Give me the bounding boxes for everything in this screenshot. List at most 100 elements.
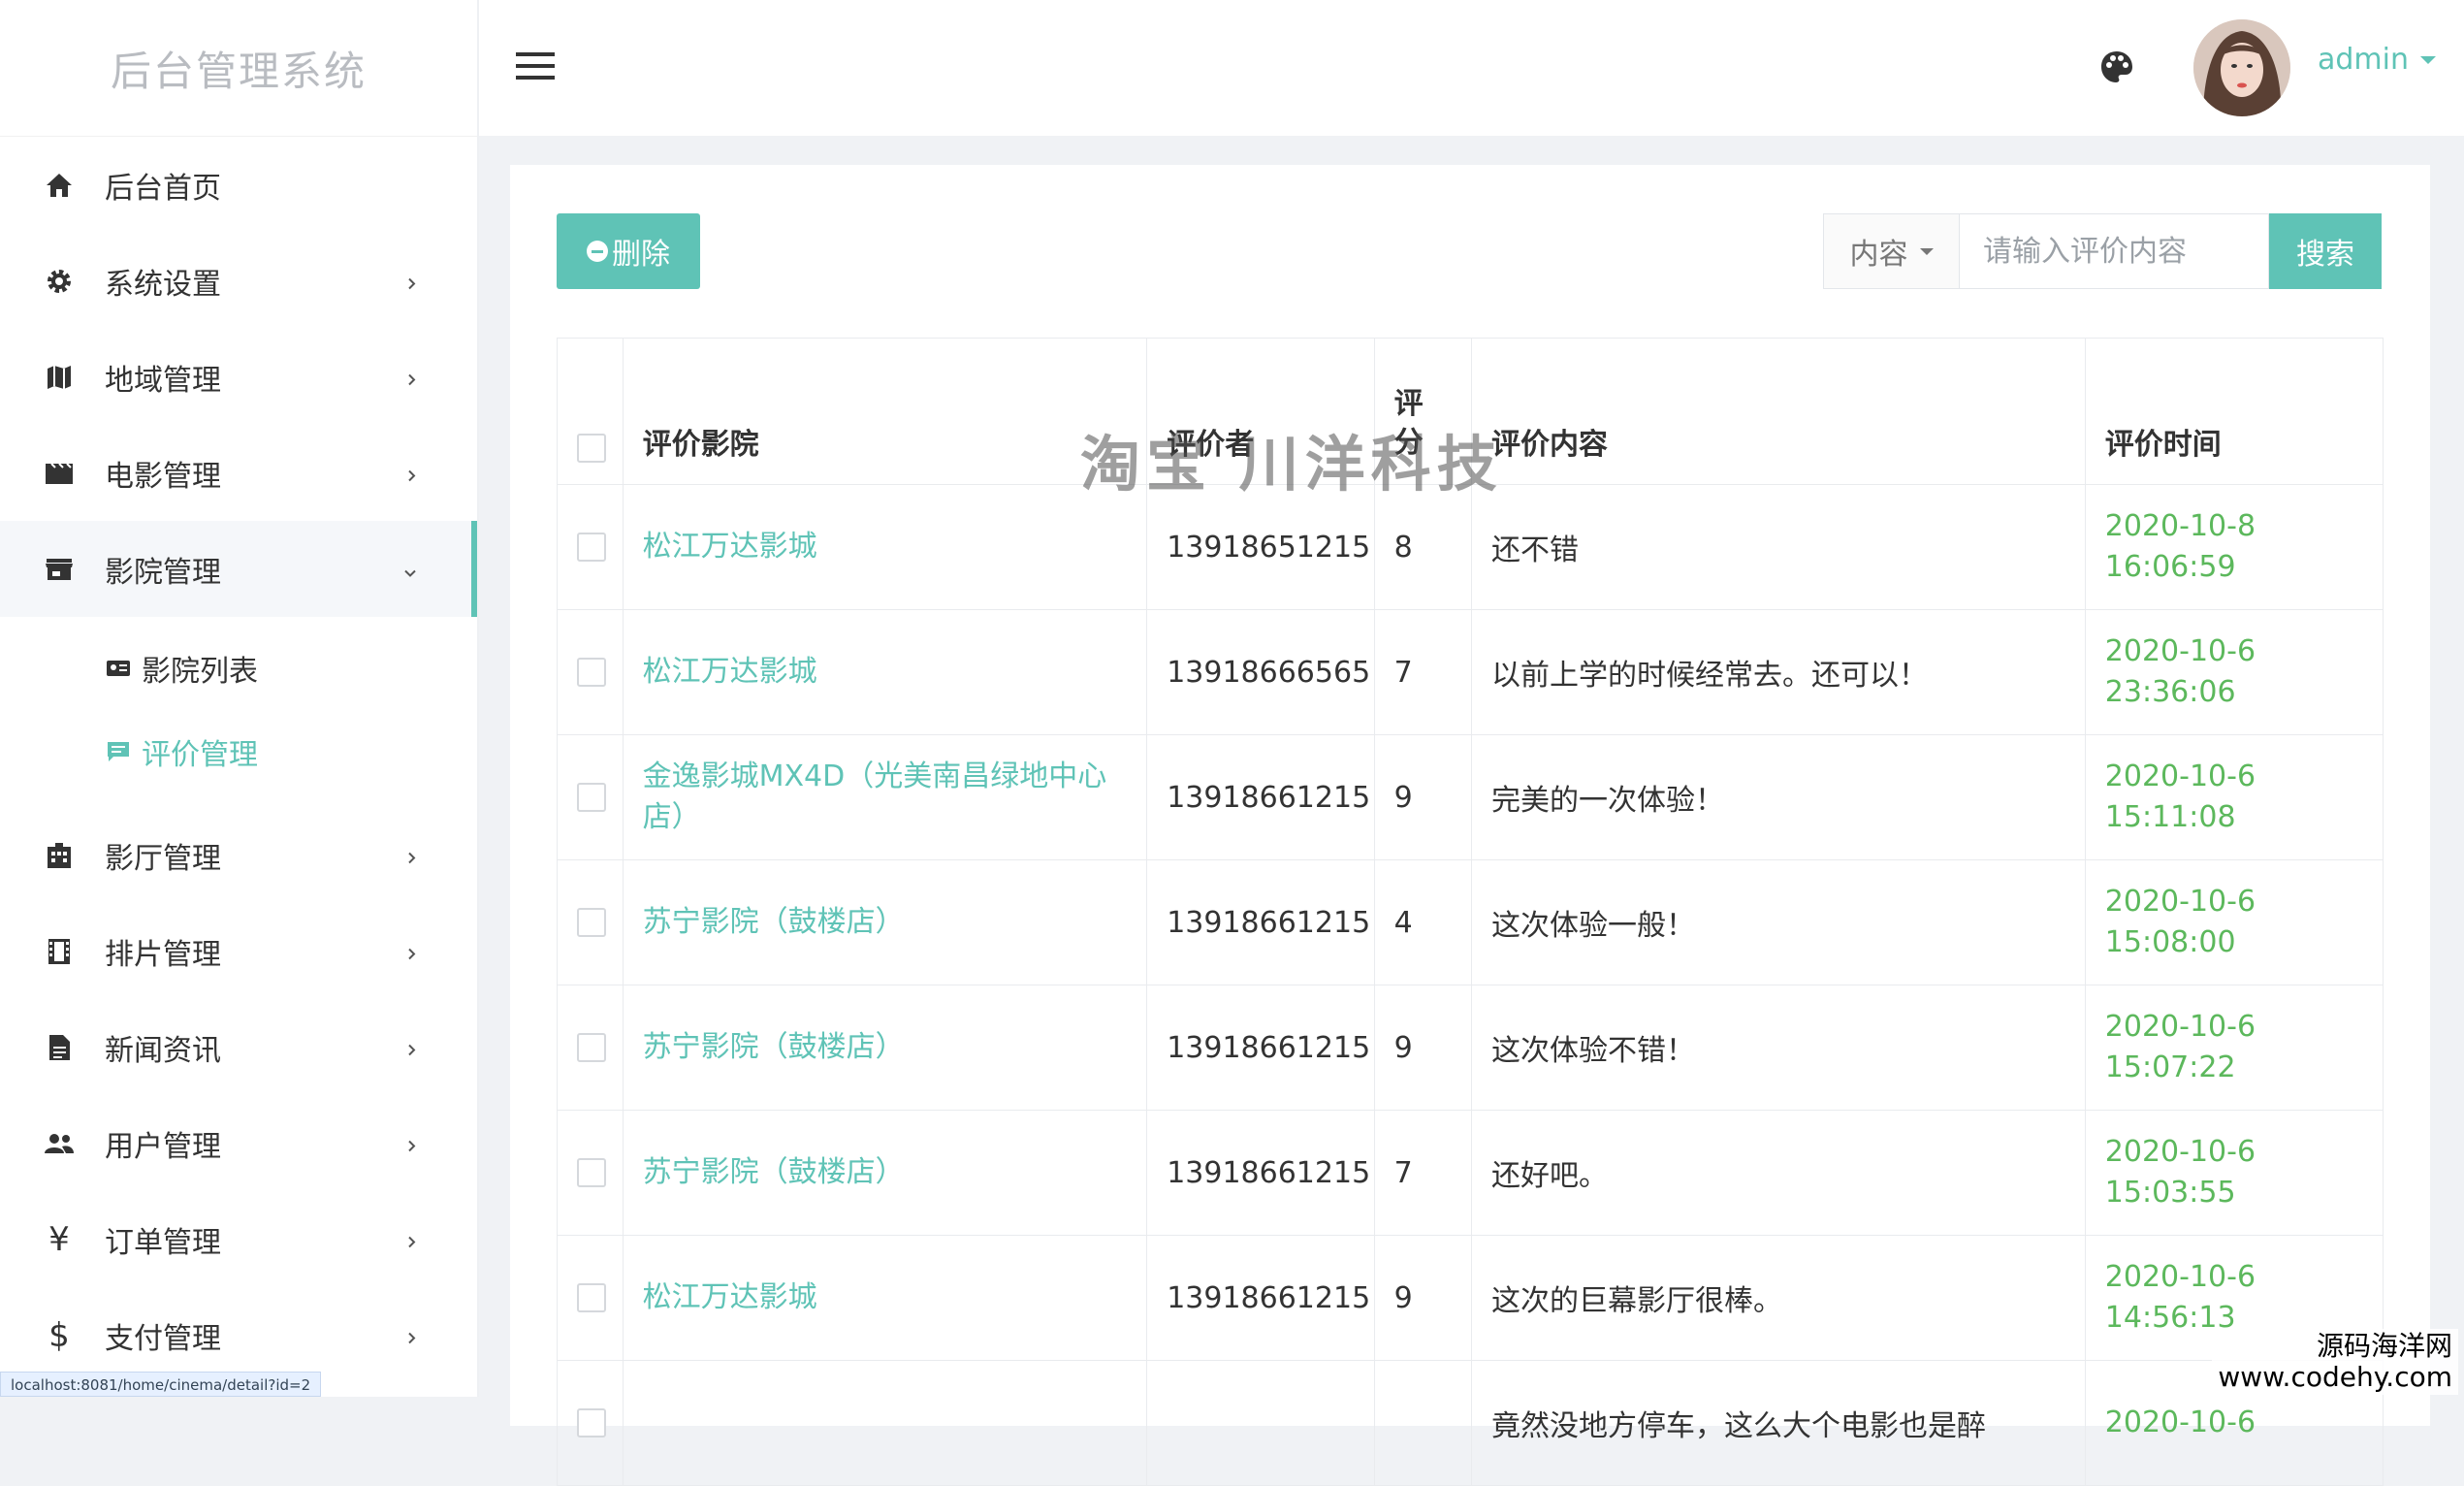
col-header-content: 评价内容 [1471, 338, 2086, 485]
film-icon [43, 457, 76, 490]
cinema-submenu: 影院列表 评价管理 [0, 617, 477, 807]
search-group: 内容 搜索 [1823, 213, 2382, 289]
chevron-right-icon [407, 1126, 417, 1160]
sidebar-item-payments[interactable]: $ 支付管理 [0, 1287, 477, 1383]
table-row: 金逸影城MX4D（光美南昌绿地中心店） 13918661215 9 完美的一次体验！ 2… [557, 734, 2384, 860]
row-select-cell [557, 985, 624, 1111]
sidebar-item-halls[interactable]: 影厅管理 [0, 807, 477, 903]
sidebar-item-users[interactable]: 用户管理 [0, 1095, 477, 1191]
table-row: 松江万达影城 13918666565 7 以前上学的时候经常去。还可以！ 2020-10… [557, 609, 2384, 735]
table-row: 松江万达影城 13918661215 9 这次的巨幕影厅很棒。 2020-10-6 14:… [557, 1235, 2384, 1361]
score-cell: 4 [1373, 859, 1473, 985]
delete-button[interactable]: 删除 [557, 213, 700, 289]
user-cell: 13918666565 [1146, 609, 1375, 735]
watermark-corner-line1: 源码海洋网 [2316, 1330, 2452, 1362]
sidebar-item-label: 电影管理 [105, 459, 221, 494]
map-icon [43, 361, 76, 394]
building-icon [43, 839, 76, 872]
cinema-link[interactable]: 苏宁影院（鼓楼店） [643, 1030, 905, 1064]
review-date: 2020-10-6 [2104, 1010, 2256, 1044]
row-checkbox[interactable] [577, 908, 606, 937]
row-select-cell [557, 734, 624, 860]
cinema-cell: 松江万达影城 [622, 484, 1148, 610]
user-cell [1146, 1360, 1375, 1486]
cinema-cell: 松江万达影城 [622, 1235, 1148, 1361]
select-all-checkbox[interactable] [577, 434, 606, 463]
row-checkbox[interactable] [577, 658, 606, 687]
cinema-cell: 金逸影城MX4D（光美南昌绿地中心店） [622, 734, 1148, 860]
content-cell: 还不错 [1471, 484, 2086, 610]
table-row: 苏宁影院（鼓楼店） 13918661215 9 这次体验不错！ 2020-10-6 15:… [557, 985, 2384, 1111]
cinema-link[interactable]: 苏宁影院（鼓楼店） [643, 905, 905, 939]
sidebar-item-news[interactable]: 新闻资讯 [0, 999, 477, 1095]
sidebar-item-schedule[interactable]: 排片管理 [0, 903, 477, 999]
sidebar-item-label: 地域管理 [105, 363, 221, 398]
sidebar-item-system-settings[interactable]: 系统设置 [0, 233, 477, 329]
user-cell: 13918661215 [1146, 1110, 1375, 1236]
submenu-item-label: 评价管理 [142, 738, 258, 772]
sidebar-item-cinema[interactable]: 影院管理 [0, 521, 477, 617]
cinema-link[interactable]: 苏宁影院（鼓楼店） [643, 1155, 905, 1189]
cinema-cell: 苏宁影院（鼓楼店） [622, 1110, 1148, 1236]
reviews-table: 评价影院 评价者 评分 评价内容 评价时间 松江万达影城 13918651215 8… [557, 338, 2384, 1486]
sidebar: 后台管理系统 后台首页 系统设置 地域管理 电影管理 影院管理 影院列表 评价管… [0, 0, 479, 1397]
table-row: 苏宁影院（鼓楼店） 13918661215 7 还好吧。 2020-10-6 15:03:… [557, 1110, 2384, 1236]
cinema-cell: 苏宁影院（鼓楼店） [622, 985, 1148, 1111]
sidebar-item-label: 新闻资讯 [105, 1033, 221, 1068]
time-cell: 2020-10-6 15:08:00 [2084, 859, 2384, 985]
sidebar-item-label: 后台首页 [105, 171, 221, 206]
row-checkbox[interactable] [577, 783, 606, 812]
row-checkbox[interactable] [577, 1033, 606, 1062]
sidebar-item-orders[interactable]: ¥ 订单管理 [0, 1191, 477, 1287]
row-checkbox[interactable] [577, 1158, 606, 1187]
table-row: 苏宁影院（鼓楼店） 13918661215 4 这次体验一般！ 2020-10-6 15:… [557, 859, 2384, 985]
row-checkbox[interactable] [577, 1408, 606, 1438]
submenu-item-cinema-list[interactable]: 影院列表 [0, 627, 477, 710]
table-row: 竟然没地方停车，这么大个电影也是醉 2020-10-6 [557, 1360, 2384, 1486]
submenu-item-review-management[interactable]: 评价管理 [0, 710, 477, 793]
score-cell: 8 [1373, 484, 1473, 610]
sidebar-menu: 后台首页 系统设置 地域管理 电影管理 影院管理 [0, 137, 477, 617]
time-cell: 2020-10-6 15:03:55 [2084, 1110, 2384, 1236]
review-time: 15:07:22 [2104, 1050, 2236, 1084]
table-header-row: 评价影院 评价者 评分 评价内容 评价时间 [557, 338, 2384, 485]
caret-down-icon [2420, 55, 2436, 64]
sidebar-item-label: 系统设置 [105, 267, 221, 302]
row-checkbox[interactable] [577, 533, 606, 562]
gear-icon [43, 265, 76, 298]
row-select-cell [557, 484, 624, 610]
score-cell [1373, 1360, 1473, 1486]
cinema-link[interactable]: 金逸影城MX4D（光美南昌绿地中心店） [643, 759, 1107, 834]
review-time: 16:06:59 [2104, 550, 2236, 584]
sidebar-item-label: 影院管理 [105, 555, 221, 590]
home-icon [43, 169, 76, 202]
sidebar-item-home[interactable]: 后台首页 [0, 137, 477, 233]
comment-icon [105, 738, 132, 765]
cinema-link[interactable]: 松江万达影城 [643, 1280, 817, 1314]
content-cell: 这次体验不错！ [1471, 985, 2086, 1111]
avatar[interactable] [2193, 19, 2290, 116]
status-bar-url: localhost:8081/home/cinema/detail?id=2 [0, 1372, 322, 1397]
chevron-right-icon [407, 456, 417, 490]
row-select-cell [557, 609, 624, 735]
cinema-link[interactable]: 松江万达影城 [643, 655, 817, 689]
search-field-select[interactable]: 内容 [1823, 213, 1959, 289]
col-header-score-label: 评分 [1393, 387, 1424, 460]
time-cell: 2020-10-6 15:07:22 [2084, 985, 2384, 1111]
col-header-user: 评价者 [1146, 338, 1375, 485]
sidebar-item-movies[interactable]: 电影管理 [0, 425, 477, 521]
cinema-link[interactable]: 松江万达影城 [643, 530, 817, 564]
score-cell: 9 [1373, 985, 1473, 1111]
search-button[interactable]: 搜索 [2269, 213, 2382, 289]
username: admin [2318, 43, 2409, 77]
sidebar-item-region[interactable]: 地域管理 [0, 329, 477, 425]
users-icon [43, 1127, 76, 1160]
sidebar-item-label: 排片管理 [105, 937, 221, 972]
palette-icon[interactable] [2098, 48, 2135, 89]
row-select-cell [557, 1235, 624, 1361]
search-input[interactable] [1959, 213, 2269, 289]
menu-toggle-icon[interactable] [514, 48, 557, 87]
row-checkbox[interactable] [577, 1283, 606, 1312]
time-cell: 2020-10-6 23:36:06 [2084, 609, 2384, 735]
user-menu[interactable]: admin [2318, 43, 2436, 77]
